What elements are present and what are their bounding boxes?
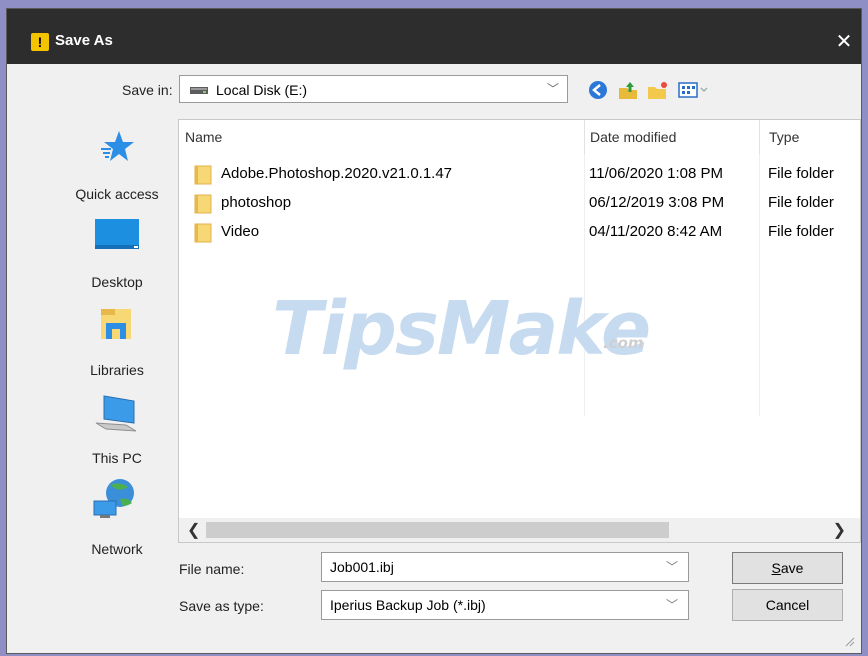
dialog-title: Save As [55, 32, 113, 49]
close-button[interactable]: ✕ [827, 27, 861, 57]
save-in-value: Local Disk (E:) [216, 82, 308, 98]
column-header-type[interactable]: Type [769, 120, 799, 154]
folder-icon [194, 194, 212, 214]
column-header-name[interactable]: Name [185, 120, 222, 154]
quick-access-star-icon [101, 131, 134, 161]
file-name-value: Job001.ibj [330, 559, 394, 575]
up-folder-icon[interactable] [617, 80, 639, 100]
drive-icon [190, 87, 208, 94]
file-date: 11/06/2020 1:08 PM [589, 165, 723, 182]
column-divider[interactable] [584, 120, 585, 154]
place-label: Desktop [91, 274, 143, 290]
file-type: File folder [768, 165, 834, 182]
save-button[interactable]: Save [732, 552, 843, 584]
file-type: File folder [768, 194, 834, 211]
file-row[interactable]: photoshop 06/12/2019 3:08 PM File folder [179, 189, 860, 218]
scroll-right-icon[interactable]: ❯ [833, 520, 846, 540]
save-in-label: Save in: [122, 82, 173, 98]
scroll-left-icon[interactable]: ❮ [187, 520, 200, 540]
title-bar: ! Save As ✕ [7, 9, 861, 64]
file-row[interactable]: Adobe.Photoshop.2020.v21.0.1.47 11/06/20… [179, 160, 860, 189]
save-mnemonic: S [771, 560, 781, 576]
save-as-dialog: ! Save As ✕ Save in: Local Disk (E:) ﹀ Q… [6, 8, 862, 654]
file-date: 06/12/2019 3:08 PM [589, 194, 725, 211]
file-name: photoshop [221, 194, 292, 211]
file-list[interactable]: Name Date modified Type Adobe.Photoshop.… [178, 119, 861, 543]
place-label: This PC [92, 450, 142, 466]
file-name-input[interactable]: Job001.ibj ﹀ [321, 552, 689, 582]
place-label: Libraries [90, 362, 144, 378]
column-divider[interactable] [759, 120, 760, 154]
folder-icon [194, 165, 212, 185]
chevron-down-icon: ﹀ [546, 82, 559, 96]
network-icon [93, 479, 134, 518]
horizontal-scrollbar[interactable]: ❮ ❯ [179, 518, 860, 542]
file-type: File folder [768, 223, 834, 240]
column-header-date-modified[interactable]: Date modified [590, 120, 676, 154]
save-label: ave [780, 560, 804, 576]
place-label: Quick access [75, 186, 159, 202]
file-name: Adobe.Photoshop.2020.v21.0.1.47 [221, 165, 453, 182]
folder-icon [194, 223, 212, 243]
back-icon[interactable] [587, 80, 609, 100]
save-as-type-dropdown[interactable]: Iperius Backup Job (*.ibj) ﹀ [321, 590, 689, 620]
cancel-button[interactable]: Cancel [732, 589, 843, 621]
file-name-label: File name: [179, 561, 245, 577]
file-name: Video [221, 223, 260, 240]
place-label: Network [91, 541, 143, 557]
save-as-type-label: Save as type: [179, 598, 264, 614]
scroll-thumb[interactable] [206, 522, 669, 538]
iperius-app-icon: ! [31, 33, 49, 51]
file-date: 04/11/2020 8:42 AM [589, 223, 723, 240]
watermark-suffix: .com [603, 334, 644, 352]
resize-grip-icon[interactable] [843, 635, 855, 647]
libraries-icon [101, 309, 131, 339]
watermark-text: TipsMake [272, 286, 651, 372]
desktop-icon [95, 219, 139, 249]
this-pc-icon [95, 395, 137, 432]
new-folder-icon[interactable] [647, 80, 669, 100]
save-as-type-value: Iperius Backup Job (*.ibj) [330, 597, 486, 613]
view-menu-icon[interactable] [677, 80, 709, 100]
file-row[interactable]: Video 04/11/2020 8:42 AM File folder [179, 218, 860, 247]
chevron-down-icon[interactable]: ﹀ [666, 596, 678, 613]
chevron-down-icon[interactable]: ﹀ [666, 558, 678, 575]
save-in-dropdown[interactable]: Local Disk (E:) ﹀ [179, 75, 568, 103]
